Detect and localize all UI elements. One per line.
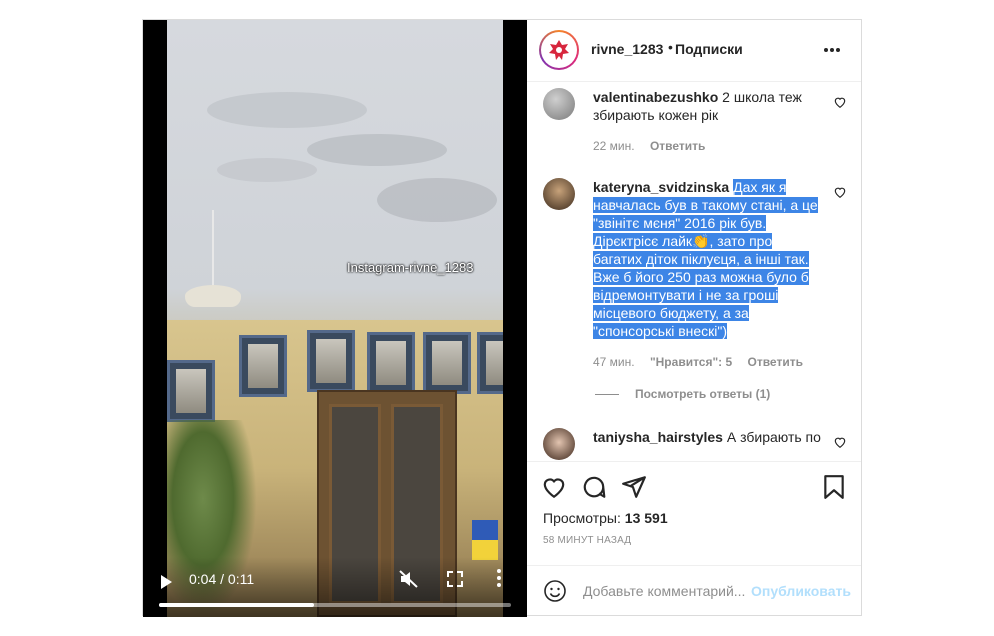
comment-text: valentinabezushko 2 школа теж збирають к… [593, 88, 825, 124]
emoji-icon[interactable] [543, 579, 567, 603]
view-replies-label: Посмотреть ответы (1) [635, 387, 771, 401]
avatar[interactable] [543, 428, 575, 460]
lamp-wire [212, 210, 214, 290]
portrait [307, 330, 355, 392]
comment-meta: 47 мин. "Нравится": 5 Ответить [593, 355, 815, 369]
following-button[interactable]: Подписки [675, 41, 743, 57]
comment-meta: 22 мин. Ответить [593, 139, 717, 153]
comment-username[interactable]: kateryna_svidzinska [593, 179, 729, 195]
comment-username[interactable]: taniysha_hairstyles [593, 429, 723, 445]
reply-button[interactable]: Ответить [748, 355, 803, 369]
view-replies-button[interactable]: Посмотреть ответы (1) [595, 387, 770, 401]
like-heart-icon[interactable] [541, 474, 567, 500]
avatar-inner [541, 32, 577, 68]
like-comment-heart-icon[interactable] [833, 435, 847, 449]
comment-text: kateryna_svidzinska Дах як я навчалась б… [593, 178, 825, 340]
video-frame[interactable]: Instagram-rivne_1283 [167, 20, 503, 617]
comment-input[interactable] [583, 578, 747, 604]
portrait [477, 332, 503, 394]
portrait [423, 332, 471, 394]
fullscreen-icon[interactable] [445, 569, 465, 589]
comment-body-selected: Дах як я навчалась був в такому стані, а… [593, 179, 818, 339]
portrait [167, 360, 215, 422]
post-header: rivne_1283 • Подписки [527, 20, 861, 82]
video-watermark: Instagram-rivne_1283 [347, 260, 474, 275]
comment-icon[interactable] [581, 474, 607, 500]
like-comment-heart-icon[interactable] [833, 95, 847, 109]
comment-text: taniysha_hairstyles А збирають по [593, 428, 825, 446]
share-icon[interactable] [621, 474, 647, 500]
comment-time: 22 мин. [593, 139, 635, 153]
views-count: 13 591 [624, 510, 668, 526]
avatar[interactable] [543, 178, 575, 210]
comments-list[interactable]: valentinabezushko 2 школа теж збирають к… [527, 82, 861, 460]
post-author-username[interactable]: rivne_1283 [591, 41, 663, 57]
comment-username[interactable]: valentinabezushko [593, 89, 718, 105]
play-icon[interactable] [161, 575, 172, 589]
header-separator: • [668, 39, 673, 55]
add-comment-bar: Опубликовать [527, 565, 861, 616]
comment-likes[interactable]: "Нравится": 5 [650, 355, 732, 369]
avatar[interactable] [543, 88, 575, 120]
views-label: Просмотры: [543, 510, 621, 526]
rivne-logo-icon [549, 40, 569, 60]
more-vertical-icon[interactable] [495, 567, 503, 589]
video-progress-fill [159, 603, 314, 607]
avatar[interactable] [539, 30, 579, 70]
reply-button[interactable]: Ответить [650, 139, 705, 153]
views-counter: Просмотры: 13 591 [543, 510, 668, 526]
post-timestamp[interactable]: 58 МИНУТ НАЗАД [543, 535, 631, 546]
portrait [367, 332, 415, 394]
ceiling-stains [207, 92, 497, 222]
bookmark-icon[interactable] [821, 474, 847, 500]
mute-icon[interactable] [399, 569, 419, 589]
instagram-post: Instagram-rivne_1283 0:04 / 0:11 rivne_1… [142, 19, 862, 617]
video-progress-bar[interactable] [159, 603, 511, 607]
video-controls: 0:04 / 0:11 [143, 557, 527, 617]
video-player[interactable]: Instagram-rivne_1283 0:04 / 0:11 [143, 20, 527, 617]
like-comment-heart-icon[interactable] [833, 185, 847, 199]
more-options-icon[interactable] [823, 47, 841, 53]
post-sidebar: rivne_1283 • Подписки valentinabezushko … [527, 20, 861, 615]
portrait [239, 335, 287, 397]
publish-button[interactable]: Опубликовать [751, 583, 851, 599]
replies-divider [595, 394, 619, 396]
ceiling-lamp [185, 285, 241, 307]
ukraine-flag [472, 520, 498, 560]
comment-body: А збирають по [726, 429, 821, 445]
comment-time: 47 мин. [593, 355, 635, 369]
video-time: 0:04 / 0:11 [189, 571, 255, 587]
